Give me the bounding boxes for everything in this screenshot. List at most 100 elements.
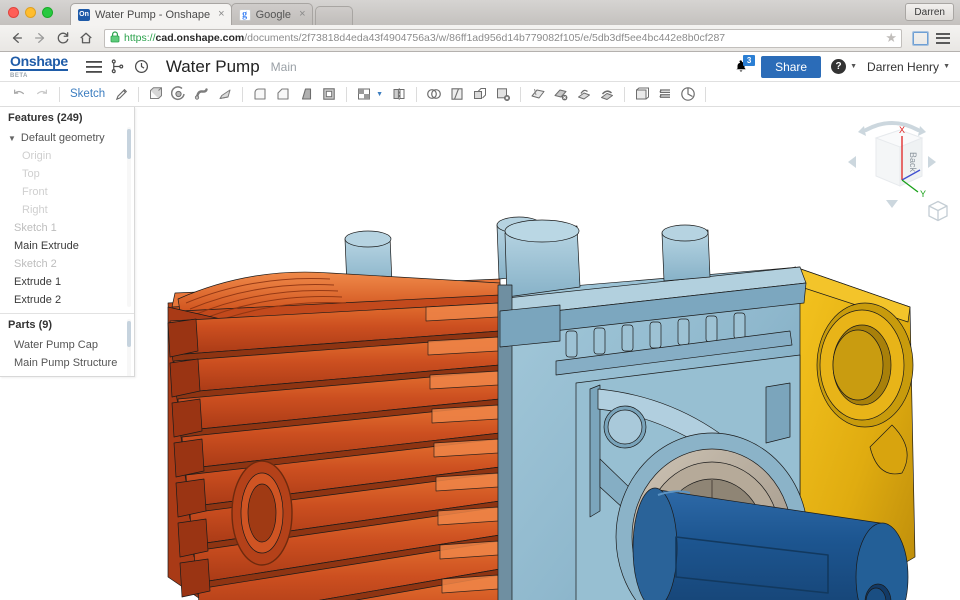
history-clock-icon[interactable] — [130, 55, 154, 79]
feature-default-geometry[interactable]: ▼ Default geometry — [0, 129, 134, 147]
user-menu[interactable]: Darren Henry ▼ — [867, 60, 950, 74]
feature-item-top[interactable]: Top — [0, 165, 134, 183]
redo-icon[interactable] — [31, 83, 53, 105]
share-button[interactable]: Share — [761, 56, 821, 78]
feature-item-origin[interactable]: Origin — [0, 147, 134, 165]
feature-label: Main Extrude — [14, 240, 79, 252]
boolean-icon[interactable] — [423, 83, 445, 105]
part-item-main-pump-structure[interactable]: Main Pump Structure — [0, 354, 134, 372]
transform-icon[interactable] — [469, 83, 491, 105]
browser-tab-title: Water Pump - Onshape — [95, 9, 210, 21]
parts-header: Parts (9) — [0, 314, 134, 336]
delete-face-icon[interactable] — [492, 83, 514, 105]
back-icon[interactable] — [7, 28, 27, 48]
feature-item-main-extrude[interactable]: Main Extrude — [0, 237, 134, 255]
feature-item-front[interactable]: Front — [0, 183, 134, 201]
hamburger-icon[interactable] — [82, 55, 106, 79]
parts-scroll-thumb[interactable] — [127, 321, 131, 347]
feature-item-right[interactable]: Right — [0, 201, 134, 219]
loft-icon[interactable] — [214, 83, 236, 105]
part-label: Water Pump Cap — [14, 339, 98, 351]
chevron-down-icon: ▼ — [943, 63, 950, 70]
url-host: cad.onshape.com — [156, 32, 245, 44]
help-icon: ? — [831, 59, 846, 74]
maximize-window-button[interactable] — [42, 7, 53, 18]
draft-icon[interactable] — [295, 83, 317, 105]
feature-item-extrude-2[interactable]: Extrude 2 — [0, 291, 134, 309]
new-tab-button[interactable] — [315, 6, 353, 25]
view-home-cube-icon[interactable] — [926, 199, 950, 223]
rotate-down-arrow-icon — [886, 200, 898, 208]
home-icon[interactable] — [76, 28, 96, 48]
feature-tree-panel[interactable]: Features (249) ▼ Default geometry Origin… — [0, 107, 135, 377]
feature-item-extrude-1[interactable]: Extrude 1 — [0, 273, 134, 291]
split-icon[interactable] — [446, 83, 468, 105]
notifications-bell-icon[interactable]: 3 — [731, 57, 751, 77]
sketch-pencil-icon[interactable] — [110, 83, 132, 105]
revolve-icon[interactable] — [168, 83, 190, 105]
bookmark-star-icon[interactable]: ★ — [885, 30, 897, 46]
forward-icon[interactable] — [30, 28, 50, 48]
shell-icon[interactable] — [318, 83, 340, 105]
browser-profile-button[interactable]: Darren — [905, 3, 954, 21]
extrude-icon[interactable] — [145, 83, 167, 105]
sketch-plane-icon[interactable] — [573, 83, 595, 105]
onshape-favicon-icon: On — [78, 9, 90, 21]
browser-menu-icon[interactable] — [933, 28, 953, 48]
chamfer-icon[interactable] — [272, 83, 294, 105]
google-favicon-icon: g — [239, 9, 251, 21]
rotate-right-arrow-icon — [928, 156, 936, 168]
3d-viewport[interactable]: Back X Y — [0, 107, 960, 600]
address-bar[interactable]: https://cad.onshape.com/documents/2f7381… — [104, 29, 902, 48]
url-text: https://cad.onshape.com/documents/2f7381… — [124, 32, 725, 44]
close-icon[interactable]: × — [299, 9, 305, 20]
cast-icon[interactable] — [910, 28, 930, 48]
close-icon[interactable]: × — [218, 9, 224, 20]
browser-tab-onshape[interactable]: On Water Pump - Onshape × — [70, 3, 232, 25]
axis-y-label: Y — [920, 189, 926, 199]
viewcube-face-label: Back — [908, 152, 918, 173]
browser-tab-google[interactable]: g Google × — [231, 3, 313, 25]
features-header: Features (249) — [0, 107, 134, 129]
header-right-group: 3 Share ? ▼ Darren Henry ▼ — [731, 56, 950, 78]
pattern-dropdown-caret-icon[interactable]: ▼ — [376, 91, 383, 98]
feature-item-sketch-2[interactable]: Sketch 2 — [0, 255, 134, 273]
mirror-icon[interactable] — [388, 83, 410, 105]
rectangular-pattern-icon[interactable] — [353, 83, 375, 105]
sweep-icon[interactable] — [191, 83, 213, 105]
features-scroll-thumb[interactable] — [127, 129, 131, 159]
water-pump-model — [0, 107, 960, 600]
feature-label: Sketch 1 — [14, 222, 57, 234]
browser-tab-title: Google — [256, 9, 291, 21]
reload-icon[interactable] — [53, 28, 73, 48]
derived-icon[interactable] — [596, 83, 618, 105]
url-path: /documents/2f73818d4eda43f4904756a3/w/86… — [244, 32, 725, 44]
branch-icon[interactable] — [106, 55, 130, 79]
part-label: Pump Bottom — [14, 375, 81, 377]
feature-item-sketch-1[interactable]: Sketch 1 — [0, 219, 134, 237]
part-item-pump-bottom[interactable]: Pump Bottom — [0, 372, 134, 377]
delete-part-icon[interactable] — [550, 83, 572, 105]
window-traffic-lights[interactable] — [8, 7, 53, 18]
plane-icon[interactable] — [527, 83, 549, 105]
browser-navbar: https://cad.onshape.com/documents/2f7381… — [0, 25, 960, 52]
browser-chrome: On Water Pump - Onshape × g Google × Dar… — [0, 0, 960, 52]
feature-label: Origin — [22, 150, 51, 162]
close-window-button[interactable] — [8, 7, 19, 18]
help-menu[interactable]: ? ▼ — [831, 59, 857, 74]
part-item-water-pump-cap[interactable]: Water Pump Cap — [0, 336, 134, 354]
measure-icon[interactable] — [677, 83, 699, 105]
workspace-body: Back X Y Features (249) ▼ Default geo — [0, 107, 960, 600]
workspace-label[interactable]: Main — [271, 60, 297, 74]
fillet-icon[interactable] — [249, 83, 271, 105]
thread-icon[interactable] — [654, 83, 676, 105]
onshape-logo-beta: BETA — [10, 73, 68, 79]
undo-icon[interactable] — [8, 83, 30, 105]
feature-label: Default geometry — [21, 132, 105, 144]
part-studio-icon[interactable] — [631, 83, 653, 105]
minimize-window-button[interactable] — [25, 7, 36, 18]
view-cube[interactable]: Back X Y — [842, 112, 942, 212]
onshape-logo[interactable]: Onshape BETA — [10, 54, 68, 79]
chevron-down-icon[interactable]: ▼ — [8, 134, 16, 143]
sketch-button[interactable]: Sketch — [66, 88, 109, 100]
